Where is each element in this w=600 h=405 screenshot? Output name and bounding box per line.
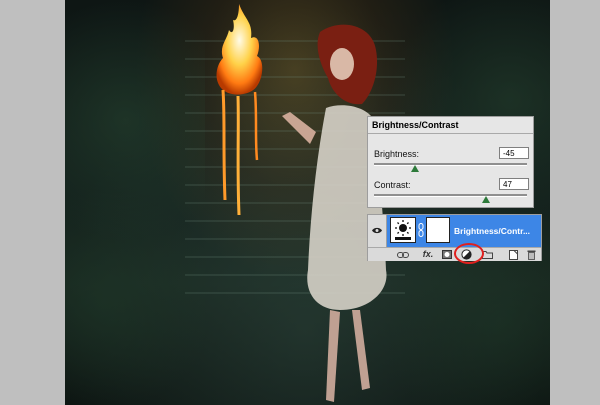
add-mask-icon[interactable]	[441, 249, 453, 260]
fire-icon	[216, 4, 263, 216]
brightness-slider[interactable]	[374, 163, 527, 172]
link-layers-icon[interactable]	[396, 249, 410, 260]
brightness-slider-thumb[interactable]	[411, 165, 420, 172]
foliage-left	[65, 0, 205, 405]
layer-visibility-toggle[interactable]	[368, 215, 387, 247]
contrast-slider[interactable]	[374, 194, 527, 203]
fx-icon[interactable]: fx.	[420, 249, 436, 260]
layer-mask-thumbnail[interactable]	[426, 217, 450, 243]
chain-link-icon[interactable]	[418, 223, 424, 237]
layer-row-brightness-contrast[interactable]: Brightness/Contr...	[368, 215, 541, 247]
title-divider	[368, 133, 533, 134]
adjustment-layer-thumbnail[interactable]	[390, 217, 416, 243]
contrast-slider-thumb[interactable]	[481, 196, 490, 203]
layer-name[interactable]: Brightness/Contr...	[454, 226, 530, 236]
contrast-label: Contrast:	[374, 180, 411, 190]
brightness-contrast-panel: Brightness/Contrast Brightness: -45 Cont…	[367, 116, 534, 208]
contrast-input[interactable]: 47	[499, 178, 529, 190]
highlight-ring-annotation	[454, 243, 484, 264]
eye-icon	[372, 227, 382, 234]
brightness-input[interactable]: -45	[499, 147, 529, 159]
panel-title: Brightness/Contrast	[372, 120, 459, 130]
woman-figure	[282, 24, 387, 402]
delete-layer-icon[interactable]	[525, 249, 537, 260]
brightness-label: Brightness:	[374, 149, 420, 159]
new-layer-icon[interactable]	[507, 249, 519, 260]
brightness-contrast-icon	[395, 220, 411, 240]
